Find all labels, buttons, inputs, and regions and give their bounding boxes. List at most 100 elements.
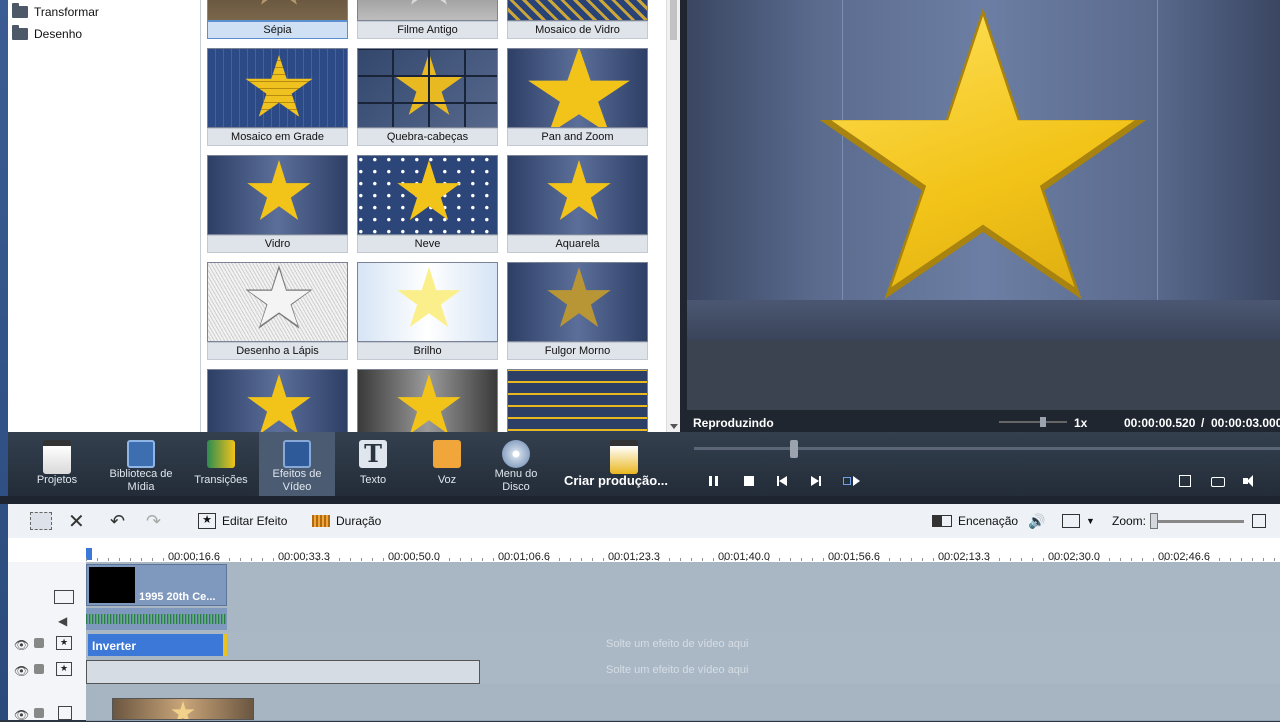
projects-button[interactable]: Projetos (22, 432, 92, 496)
next-icon[interactable] (808, 474, 824, 488)
playback-scrubber[interactable] (694, 447, 1280, 450)
lock-icon[interactable] (34, 664, 44, 674)
effect-label: Sépia (207, 21, 348, 39)
button-label: Encenação (958, 514, 1019, 528)
effect-tile-neve[interactable]: Neve (357, 155, 498, 253)
effect-tile-vidro[interactable]: Vidro (207, 155, 348, 253)
duration-icon (312, 515, 330, 527)
timeline-toolbar: ✕ ↶ ↷ ★ Editar Efeito Duração Encenação … (8, 504, 1280, 539)
timeline-tracks: Solte um efeito de vídeo aqui Solte um e… (86, 562, 1280, 721)
effect-tile-sepia[interactable]: Sépia (207, 0, 348, 39)
timeline-ruler[interactable]: 00:00:16.6 00:00:33.3 00:00:50.0 00:01:0… (8, 538, 1280, 563)
snapshot-camera-icon[interactable] (1210, 474, 1226, 488)
effect-tile-filme-antigo[interactable]: Filme Antigo (357, 0, 498, 39)
button-label: Editar Efeito (222, 514, 288, 528)
effect-tile-aquarela[interactable]: Aquarela (507, 155, 648, 253)
effects-category-tree: Transformar Desenho (8, 0, 201, 432)
scrubber-thumb[interactable] (789, 440, 798, 458)
star-effect-icon (283, 440, 311, 468)
overlay-clip[interactable] (112, 698, 254, 720)
zoom-slider-thumb[interactable] (1150, 513, 1158, 529)
tree-item-label: Transformar (34, 5, 99, 19)
effect-track-icon: ★ (56, 662, 72, 676)
clip-thumbnail (89, 567, 135, 603)
play-range-icon[interactable] (842, 474, 862, 488)
text-button[interactable]: T Texto (345, 432, 401, 496)
effect-thumbnail (357, 155, 498, 235)
effect-tile-row5-1[interactable] (207, 369, 348, 432)
audio-mixer-icon[interactable]: 🔊 (1028, 512, 1045, 530)
folder-icon (12, 3, 28, 18)
tree-item-transformar[interactable]: Transformar (12, 2, 99, 22)
effect-thumbnail (507, 155, 648, 235)
video-effects-button[interactable]: Efeitos de Vídeo (259, 432, 335, 496)
zoom-label: Zoom: (1112, 514, 1147, 528)
zoom-slider[interactable] (1154, 520, 1244, 523)
effect-clip-label: Inverter (92, 639, 137, 653)
staging-button[interactable]: Encenação (932, 512, 1018, 530)
delete-icon[interactable]: ✕ (68, 511, 85, 533)
previous-icon[interactable] (775, 474, 791, 488)
pause-icon[interactable] (706, 474, 722, 488)
effect-thumbnail (357, 369, 498, 432)
effect-tile-mosaico-em-grade[interactable]: Mosaico em Grade (207, 48, 348, 146)
visibility-eye-icon[interactable]: 👁 (14, 638, 29, 652)
effect-thumbnail (357, 262, 498, 342)
fullscreen-icon[interactable] (1178, 474, 1194, 488)
effect-tile-row5-2[interactable] (357, 369, 498, 432)
effects-scrollbar[interactable] (666, 0, 681, 432)
effect-track-icon: ★ (56, 636, 72, 650)
speed-slider[interactable] (999, 421, 1067, 423)
effect-tile-desenho-a-lapis[interactable]: Desenho a Lápis (207, 262, 348, 360)
effect-thumbnail (507, 369, 648, 432)
audio-clip[interactable] (86, 608, 227, 630)
effect-clip-inverter[interactable]: Inverter (88, 634, 227, 656)
edit-effect-button[interactable]: ★ Editar Efeito (198, 512, 287, 530)
panel-divider[interactable] (0, 496, 1280, 504)
effect-tile-brilho[interactable]: Brilho (357, 262, 498, 360)
effect-tile-row5-3[interactable] (507, 369, 648, 432)
effect-label: Pan and Zoom (507, 128, 648, 146)
effect-label: Mosaico de Vidro (507, 21, 648, 39)
effect-tile-fulgor-morno[interactable]: Fulgor Morno (507, 262, 648, 360)
select-icon[interactable] (30, 512, 52, 530)
main-toolbar: Projetos Biblioteca de Mídia Transições … (8, 432, 1280, 496)
effect-label: Mosaico em Grade (207, 128, 348, 146)
effect-label: Desenho a Lápis (207, 342, 348, 360)
voice-button[interactable]: Voz (419, 432, 475, 496)
tree-item-label: Desenho (34, 27, 83, 41)
selected-effect-slot[interactable] (86, 660, 480, 684)
media-library-button[interactable]: Biblioteca de Mídia (104, 432, 178, 496)
redo-icon[interactable]: ↷ (146, 511, 161, 531)
tree-item-desenho[interactable]: Desenho (12, 24, 82, 44)
volume-icon[interactable] (1242, 474, 1262, 488)
effect-star-icon: ★ (198, 513, 216, 529)
effect-lane-1: Solte um efeito de vídeo aqui (86, 632, 1280, 659)
speed-slider-thumb[interactable] (1040, 417, 1046, 427)
button-label: Criar produção... (563, 473, 669, 488)
undo-icon[interactable]: ↶ (110, 511, 125, 531)
button-label: Projetos (36, 474, 78, 486)
transitions-button[interactable]: Transições (190, 432, 252, 496)
effect-thumbnail (207, 262, 348, 342)
fit-timeline-icon[interactable] (1252, 512, 1266, 530)
video-clip[interactable]: 1995 20th Ce... (86, 564, 227, 606)
scrollbar-thumb[interactable] (670, 0, 677, 40)
visibility-eye-icon[interactable]: 👁 (14, 664, 29, 678)
disc-menu-button[interactable]: Menu do Disco (486, 432, 546, 496)
text-t-icon: T (359, 440, 387, 468)
duration-button[interactable]: Duração (312, 512, 381, 530)
scroll-down-icon[interactable] (670, 424, 678, 429)
effect-tile-mosaico-de-vidro[interactable]: Mosaico de Vidro (507, 0, 648, 39)
create-production-button[interactable]: Criar produção... (556, 432, 676, 496)
staging-icon (932, 515, 952, 527)
display-mode-dropdown[interactable]: ▼ (1062, 512, 1095, 530)
lock-icon[interactable] (34, 708, 44, 718)
folder-icon (12, 25, 28, 40)
stop-icon[interactable] (741, 474, 757, 488)
lock-icon[interactable] (34, 638, 44, 648)
effect-thumbnail (207, 369, 348, 432)
audio-track-icon: ◀ (58, 614, 68, 628)
effect-tile-pan-and-zoom[interactable]: Pan and Zoom (507, 48, 648, 146)
effect-tile-quebra-cabecas[interactable]: Quebra-cabeças (357, 48, 498, 146)
